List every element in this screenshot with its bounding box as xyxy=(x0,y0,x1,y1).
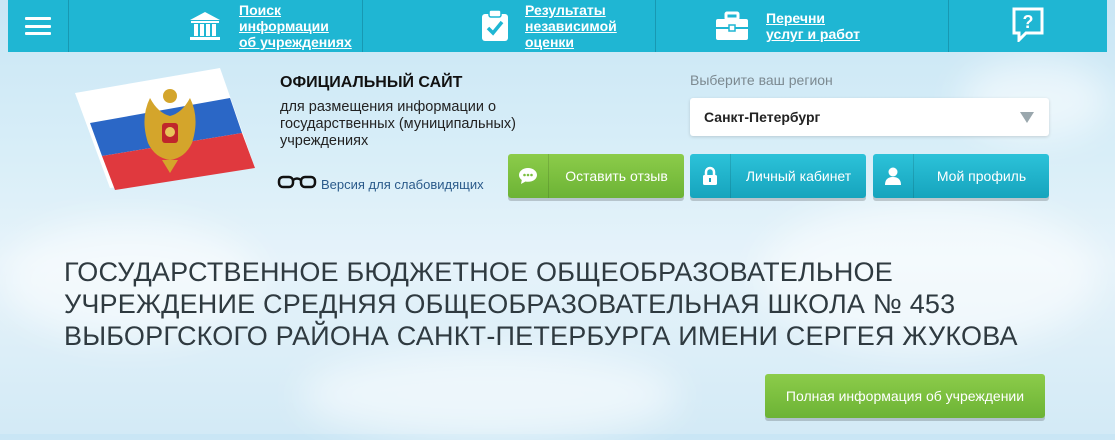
chevron-down-icon xyxy=(1020,111,1034,123)
nav-item-label-line2: независимой оценки xyxy=(525,18,617,50)
menu-button[interactable] xyxy=(8,0,69,52)
personal-cabinet-button[interactable]: Личный кабинет xyxy=(690,154,866,198)
lock-icon xyxy=(690,154,731,198)
svg-text:?: ? xyxy=(1023,12,1034,32)
site-title: ОФИЦИАЛЬНЫЙ САЙТ xyxy=(280,74,463,91)
help-button[interactable]: ? xyxy=(949,0,1107,52)
speech-bubble-icon xyxy=(508,154,549,198)
nav-item-label-line2: об учреждениях xyxy=(239,34,352,50)
nav-item-search-institutions[interactable]: Поиск информации об учреждениях xyxy=(69,0,363,52)
nav-item-independent-evaluation[interactable]: Результаты независимой оценки xyxy=(363,0,656,52)
full-institution-info-button[interactable]: Полная информация об учреждении xyxy=(765,374,1045,418)
nav-item-services-lists[interactable]: Перечни услуг и работ xyxy=(656,0,949,52)
full-institution-info-label: Полная информация об учреждении xyxy=(785,388,1025,404)
nav-item-label-line1: Перечни xyxy=(766,10,826,26)
briefcase-icon xyxy=(712,6,752,46)
impaired-version-link[interactable]: Версия для слабовидящих xyxy=(277,174,484,195)
cloud-decoration xyxy=(300,350,680,440)
region-select[interactable]: Санкт-Петербург xyxy=(690,98,1049,136)
nav-item-label: Результаты независимой оценки xyxy=(525,2,655,50)
nav-item-label: Поиск информации об учреждениях xyxy=(239,2,362,50)
hamburger-icon xyxy=(25,17,51,35)
nav-item-label-line1: Результаты xyxy=(525,2,606,18)
my-profile-button[interactable]: Мой профиль xyxy=(873,154,1049,198)
building-icon xyxy=(185,6,225,46)
clipboard-check-icon xyxy=(475,6,515,46)
feedback-button-label: Оставить отзыв xyxy=(565,168,668,184)
nav-item-label-line1: Поиск информации xyxy=(239,2,329,34)
nav-item-label-line2: услуг и работ xyxy=(766,26,860,42)
region-label: Выберите ваш регион xyxy=(690,72,833,88)
my-profile-label: Мой профиль xyxy=(936,168,1027,184)
personal-cabinet-label: Личный кабинет xyxy=(745,168,852,184)
feedback-button[interactable]: Оставить отзыв xyxy=(508,154,684,198)
site-description: для размещения информации о государствен… xyxy=(280,99,517,149)
glasses-icon xyxy=(277,174,317,195)
nav-item-label: Перечни услуг и работ xyxy=(766,10,860,42)
russian-emblem-logo xyxy=(60,68,260,193)
user-icon xyxy=(873,154,914,198)
region-selected-value: Санкт-Петербург xyxy=(704,109,821,125)
top-navigation: Поиск информации об учреждениях Результа… xyxy=(8,0,1107,52)
question-icon: ? xyxy=(1011,6,1045,47)
impaired-version-label: Версия для слабовидящих xyxy=(321,177,484,192)
institution-name-heading: ГОСУДАРСТВЕННОЕ БЮДЖЕТНОЕ ОБЩЕОБРАЗОВАТЕ… xyxy=(64,257,1018,351)
